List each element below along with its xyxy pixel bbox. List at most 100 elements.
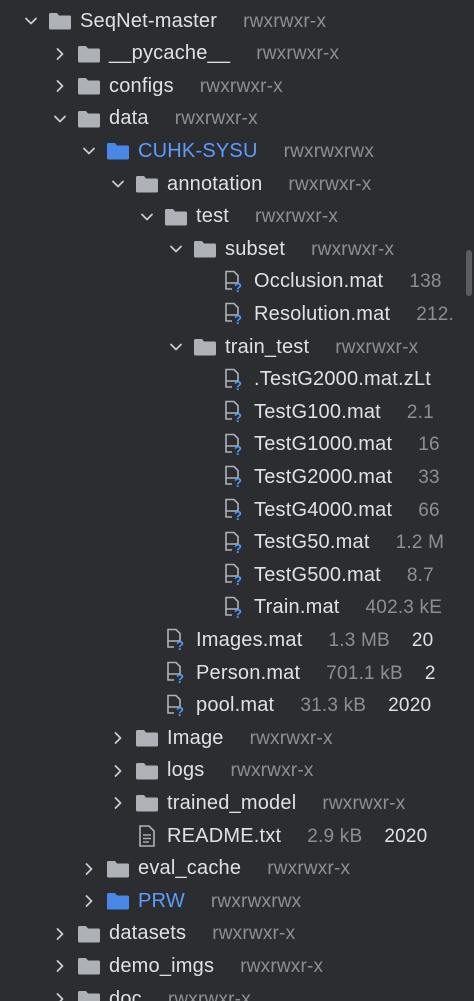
svg-text:?: ? <box>234 378 242 392</box>
chevron-down-icon[interactable] <box>169 340 183 354</box>
chevron-right-icon[interactable] <box>111 764 125 778</box>
item-metadata: 138 <box>409 271 442 293</box>
chevron-down-icon[interactable] <box>24 14 38 28</box>
chevron-down-icon[interactable] <box>140 210 154 224</box>
item-metadata: 212. <box>416 303 454 325</box>
tree-item-label: TestG100.mat 2.1 <box>254 401 434 424</box>
item-name: TestG1000.mat <box>254 433 393 456</box>
item-name: __pycache__ <box>109 42 231 65</box>
tree-row[interactable]: test rwxrwxr-x <box>0 201 474 233</box>
folder-icon <box>193 237 217 261</box>
item-metadata: 2.1 <box>406 401 434 423</box>
folder-icon <box>77 107 101 131</box>
vertical-scrollbar[interactable] <box>466 250 472 296</box>
item-name: Occlusion.mat <box>254 270 384 293</box>
unknown-file-icon: ? <box>164 628 188 652</box>
chevron-right-icon[interactable] <box>111 796 125 810</box>
tree-row[interactable]: ? TestG100.mat 2.1 <box>0 396 474 428</box>
chevron-right-icon[interactable] <box>82 862 96 876</box>
tree-row[interactable]: README.txt 2.9 kB 2020 <box>0 820 474 852</box>
tree-item-label: CUHK-SYSU rwxrwxrwx <box>138 140 374 163</box>
tree-row[interactable]: ? pool.mat 31.3 kB 2020 <box>0 690 474 722</box>
tree-row[interactable]: annotation rwxrwxr-x <box>0 168 474 200</box>
tree-row[interactable]: ? Resolution.mat 212. <box>0 298 474 330</box>
unknown-file-icon: ? <box>222 400 246 424</box>
tree-row[interactable]: doc rwxrwxr-x <box>0 983 474 1001</box>
unknown-file-icon: ? <box>222 596 246 620</box>
item-name: datasets <box>109 922 187 945</box>
tree-row[interactable]: demo_imgs rwxrwxr-x <box>0 950 474 982</box>
folder-icon <box>135 759 159 783</box>
svg-text:?: ? <box>234 541 242 555</box>
tree-row[interactable]: CUHK-SYSU rwxrwxrwx <box>0 135 474 167</box>
item-name: PRW <box>138 889 185 912</box>
chevron-right-icon[interactable] <box>53 79 67 93</box>
tree-row[interactable]: ? Occlusion.mat 138 <box>0 266 474 298</box>
chevron-right-icon[interactable] <box>53 927 67 941</box>
tree-row[interactable]: logs rwxrwxr-x <box>0 755 474 787</box>
chevron-right-icon[interactable] <box>53 959 67 973</box>
tree-row[interactable]: ? Train.mat 402.3 kE <box>0 592 474 624</box>
tree-row[interactable]: configs rwxrwxr-x <box>0 70 474 102</box>
item-date: 2020 <box>384 825 428 847</box>
chevron-down-icon[interactable] <box>53 112 67 126</box>
tree-row[interactable]: trained_model rwxrwxr-x <box>0 787 474 819</box>
unknown-file-icon: ? <box>164 694 188 718</box>
item-metadata: rwxrwxr-x <box>311 238 395 260</box>
item-name: CUHK-SYSU <box>138 139 258 162</box>
tree-row[interactable]: subset rwxrwxr-x <box>0 233 474 265</box>
item-name: TestG100.mat <box>254 400 381 423</box>
item-metadata: rwxrwxr-x <box>199 75 283 97</box>
svg-text:?: ? <box>234 410 242 424</box>
tree-row[interactable]: SeqNet-master rwxrwxr-x <box>0 5 474 37</box>
tree-row[interactable]: ? Person.mat 701.1 kB 2 <box>0 657 474 689</box>
tree-row[interactable]: datasets rwxrwxr-x <box>0 918 474 950</box>
item-date: 2 <box>424 662 436 684</box>
tree-row[interactable]: ? TestG1000.mat 16 <box>0 429 474 461</box>
tree-item-label: TestG1000.mat 16 <box>254 433 440 456</box>
tree-row[interactable]: ? .TestG2000.mat.zLt <box>0 364 474 396</box>
tree-row[interactable]: eval_cache rwxrwxr-x <box>0 853 474 885</box>
tree-item-label: doc rwxrwxr-x <box>109 988 251 1001</box>
item-metadata: 1.3 MB <box>328 629 390 651</box>
unknown-file-icon: ? <box>222 368 246 392</box>
item-name: demo_imgs <box>109 954 215 977</box>
item-metadata: 31.3 kB <box>300 695 367 717</box>
folder-icon <box>135 172 159 196</box>
chevron-down-icon[interactable] <box>82 144 96 158</box>
tree-item-label: SeqNet-master rwxrwxr-x <box>80 10 326 33</box>
tree-row[interactable]: __pycache__ rwxrwxr-x <box>0 38 474 70</box>
tree-item-label: train_test rwxrwxr-x <box>225 336 418 359</box>
tree-row[interactable]: data rwxrwxr-x <box>0 103 474 135</box>
tree-row[interactable]: PRW rwxrwxrwx <box>0 885 474 917</box>
tree-row[interactable]: ? TestG2000.mat 33 <box>0 461 474 493</box>
tree-row[interactable]: train_test rwxrwxr-x <box>0 331 474 363</box>
item-name: TestG4000.mat <box>254 498 393 521</box>
item-name: TestG500.mat <box>254 563 381 586</box>
tree-row[interactable]: ? TestG500.mat 8.7 <box>0 559 474 591</box>
folder-icon <box>48 9 72 33</box>
item-name: .TestG2000.mat.zLt <box>254 368 432 391</box>
chevron-right-icon[interactable] <box>53 47 67 61</box>
item-metadata: rwxrwxr-x <box>249 727 333 749</box>
item-name: logs <box>167 759 205 782</box>
item-date: 20 <box>411 629 434 651</box>
unknown-file-icon: ? <box>164 661 188 685</box>
chevron-right-icon[interactable] <box>82 894 96 908</box>
tree-row[interactable]: ? TestG50.mat 1.2 M <box>0 527 474 559</box>
folder-icon <box>164 205 188 229</box>
item-metadata: rwxrwxr-x <box>240 955 324 977</box>
tree-item-label: PRW rwxrwxrwx <box>138 890 301 913</box>
tree-row[interactable]: ? TestG4000.mat 66 <box>0 494 474 526</box>
unknown-file-icon: ? <box>222 302 246 326</box>
chevron-down-icon[interactable] <box>111 177 125 191</box>
tree-row[interactable]: ? Images.mat 1.3 MB 20 <box>0 624 474 656</box>
tree-row[interactable]: Image rwxrwxr-x <box>0 722 474 754</box>
item-metadata: rwxrwxr-x <box>243 10 327 32</box>
tree-item-label: Occlusion.mat 138 <box>254 270 442 293</box>
chevron-right-icon[interactable] <box>111 731 125 745</box>
chevron-right-icon[interactable] <box>53 992 67 1001</box>
chevron-down-icon[interactable] <box>169 242 183 256</box>
tree-item-label: README.txt 2.9 kB 2020 <box>167 825 427 848</box>
folder-icon <box>135 791 159 815</box>
